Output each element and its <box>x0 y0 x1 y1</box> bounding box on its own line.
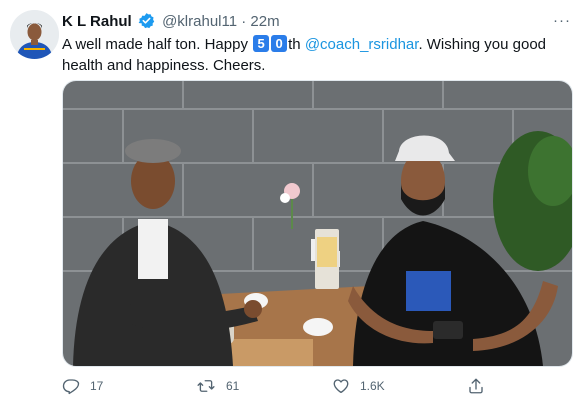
retweet-count: 61 <box>226 379 240 393</box>
tweet-actions: 17 61 1.6K <box>62 374 562 398</box>
keycap-5: 5 <box>253 35 270 52</box>
separator-dot: · <box>241 13 247 30</box>
tweet-text-part: A well made half ton. Happy <box>62 36 248 53</box>
tweet-text-part: th <box>288 36 301 53</box>
tweet-header: K L Rahul @klrahul11 · 22m <box>62 12 280 34</box>
like-button[interactable]: 1.6K <box>332 374 385 398</box>
author-name[interactable]: K L Rahul <box>62 13 132 30</box>
share-icon <box>469 378 483 394</box>
author-handle[interactable]: @klrahul11 <box>162 13 237 30</box>
verified-badge-icon <box>138 12 155 34</box>
more-options-icon[interactable]: ··· <box>553 12 571 29</box>
like-count: 1.6K <box>360 379 385 393</box>
reply-button[interactable]: 17 <box>62 374 103 398</box>
reply-icon <box>62 379 80 395</box>
tweet-text: A well made half ton. Happy 5 0th @coach_… <box>62 34 572 76</box>
tweet-card[interactable]: K L Rahul @klrahul11 · 22m ··· A well ma… <box>0 0 583 406</box>
share-button[interactable] <box>467 374 495 398</box>
tweet-photo[interactable] <box>62 80 573 367</box>
reply-count: 17 <box>90 379 104 393</box>
photo-illustration <box>63 81 572 366</box>
retweet-icon <box>197 380 215 392</box>
like-icon <box>333 379 349 394</box>
keycap-0: 0 <box>271 35 288 52</box>
mention-link[interactable]: @coach_rsridhar <box>305 36 419 53</box>
author-avatar[interactable] <box>10 10 59 59</box>
retweet-button[interactable]: 61 <box>196 374 239 398</box>
tweet-timestamp[interactable]: 22m <box>250 13 279 30</box>
